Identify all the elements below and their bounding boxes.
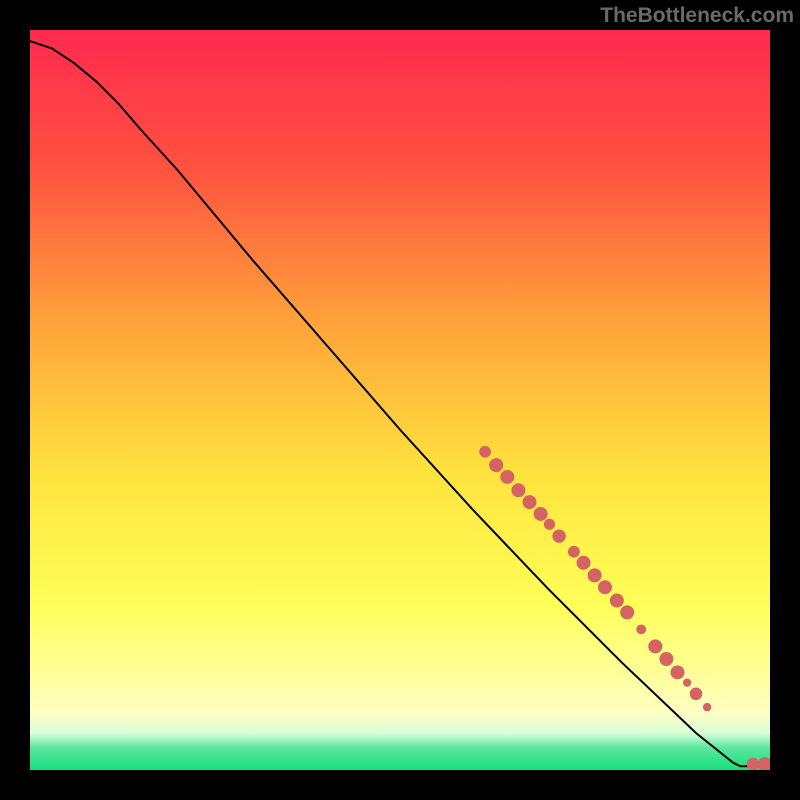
- plot-area: [30, 30, 770, 770]
- data-marker: [552, 529, 565, 542]
- data-marker: [671, 665, 685, 679]
- data-marker: [659, 652, 673, 666]
- data-marker: [683, 678, 691, 686]
- chart-svg: [30, 30, 770, 770]
- gradient-bg: [30, 30, 770, 770]
- chart-frame: TheBottleneck.com: [0, 0, 800, 800]
- data-marker: [511, 483, 525, 497]
- data-marker: [577, 556, 591, 570]
- data-marker: [747, 758, 760, 770]
- data-marker: [620, 605, 634, 619]
- data-marker: [500, 470, 514, 484]
- data-marker: [636, 625, 646, 635]
- data-marker: [610, 594, 624, 608]
- data-marker: [523, 495, 537, 509]
- data-marker: [534, 507, 548, 521]
- data-marker: [690, 687, 703, 700]
- watermark-label: TheBottleneck.com: [600, 4, 794, 28]
- data-marker: [479, 446, 491, 458]
- data-marker: [544, 519, 555, 530]
- data-marker: [703, 703, 711, 711]
- data-marker: [648, 639, 662, 653]
- data-marker: [489, 458, 503, 472]
- data-marker: [588, 568, 602, 582]
- data-marker: [598, 580, 612, 594]
- data-marker: [568, 546, 580, 558]
